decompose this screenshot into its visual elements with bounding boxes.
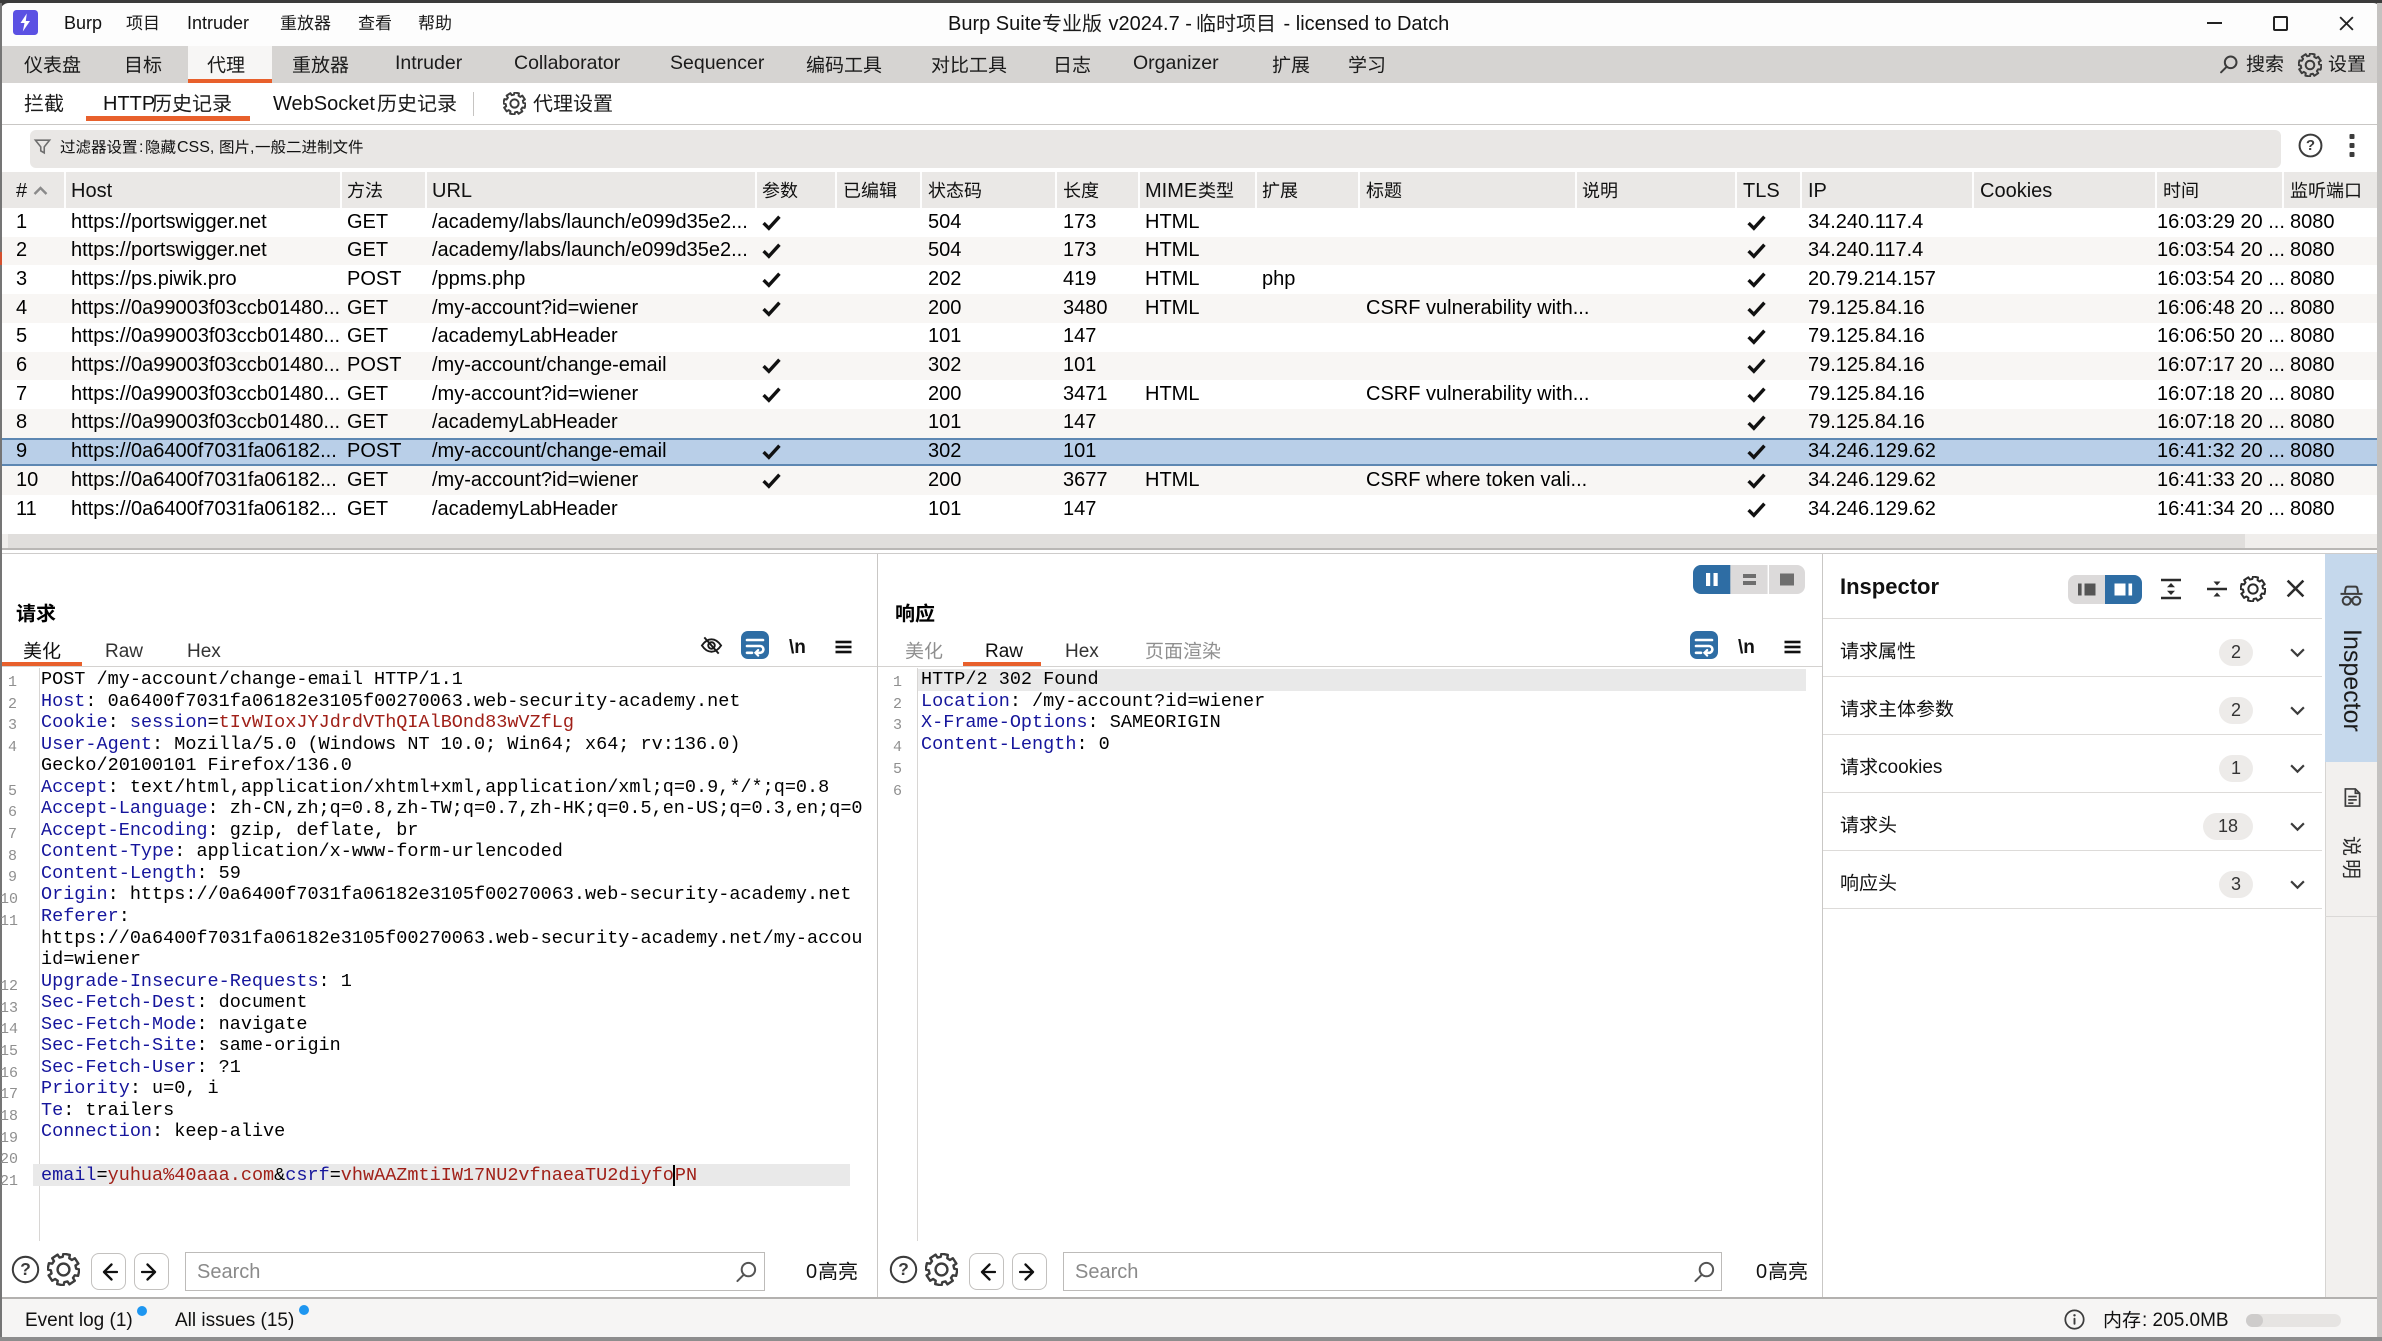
svg-text:?: ? xyxy=(898,1259,909,1279)
svg-text:?: ? xyxy=(2306,137,2315,154)
svg-text:?: ? xyxy=(20,1259,31,1279)
